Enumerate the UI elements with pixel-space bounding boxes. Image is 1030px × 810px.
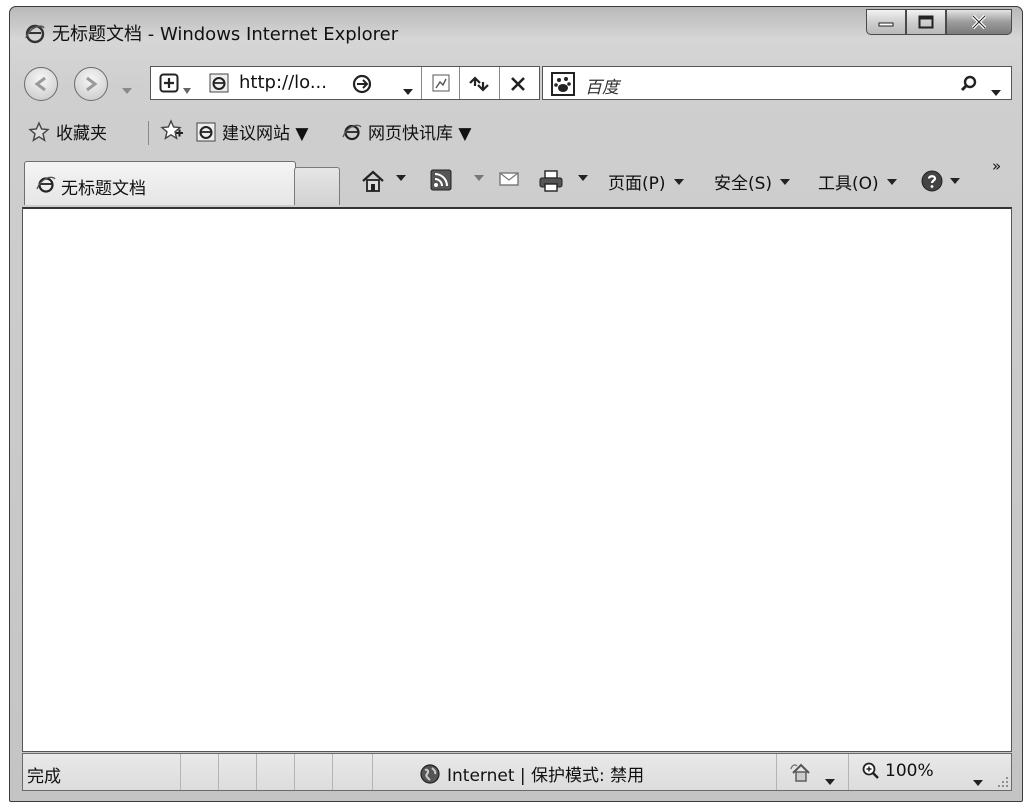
print-button[interactable] bbox=[538, 169, 564, 193]
page-content-area[interactable] bbox=[22, 207, 1012, 752]
title-bar: 无标题文档 - Windows Internet Explorer bbox=[10, 7, 1022, 55]
status-bar: 完成 Internet | 保护模式: 禁用 100% bbox=[22, 753, 1012, 791]
new-tab-button[interactable] bbox=[294, 167, 340, 205]
page-menu-label: 页面(P) bbox=[608, 174, 666, 194]
address-separator bbox=[499, 67, 500, 99]
window-title: 无标题文档 - Windows Internet Explorer bbox=[52, 24, 399, 45]
tools-menu[interactable]: 工具(O) bbox=[818, 169, 897, 194]
forward-arrow-icon bbox=[86, 76, 98, 92]
mail-icon bbox=[499, 172, 519, 186]
tab-label: 无标题文档 bbox=[61, 179, 146, 199]
caption-buttons bbox=[866, 9, 1012, 35]
tab-row: 无标题文档 页面(P) 安全(S) 工具(O) » bbox=[10, 153, 1022, 205]
status-cell bbox=[181, 754, 219, 790]
status-text: 完成 bbox=[27, 767, 61, 787]
suggested-sites-link[interactable]: 建议网站 ▼ bbox=[196, 119, 308, 144]
address-dropdown[interactable] bbox=[403, 80, 413, 99]
zoom-level-button[interactable]: 100% bbox=[861, 761, 934, 781]
home-dropdown[interactable] bbox=[396, 175, 406, 181]
favorites-button[interactable]: 收藏夹 bbox=[28, 119, 107, 144]
tools-menu-label: 工具(O) bbox=[818, 174, 879, 194]
close-icon bbox=[971, 14, 987, 30]
rss-icon bbox=[430, 169, 452, 191]
security-zone-label: Internet | 保护模式: 禁用 bbox=[447, 766, 645, 786]
status-cell-text: 完成 bbox=[23, 754, 181, 790]
change-settings-icon bbox=[790, 763, 810, 782]
page-menu[interactable]: 页面(P) bbox=[608, 169, 684, 194]
address-bar[interactable]: http://lo... bbox=[150, 66, 540, 100]
ie-window: 无标题文档 - Windows Internet Explorer http:/… bbox=[9, 6, 1023, 802]
ie-page-icon bbox=[196, 122, 216, 141]
command-overflow-button[interactable]: » bbox=[992, 157, 1001, 175]
add-to-favorites-button[interactable] bbox=[160, 119, 184, 141]
ie-page-icon bbox=[342, 124, 362, 140]
maximize-button[interactable] bbox=[906, 9, 946, 35]
status-cell-protected[interactable] bbox=[777, 754, 849, 790]
address-separator bbox=[459, 67, 460, 99]
read-mail-button[interactable] bbox=[498, 169, 520, 189]
search-options-dropdown[interactable] bbox=[991, 81, 1001, 100]
security-zone[interactable]: Internet | 保护模式: 禁用 bbox=[419, 761, 644, 786]
baidu-logo-icon bbox=[551, 72, 575, 96]
zoom-icon bbox=[862, 762, 879, 779]
address-separator bbox=[421, 67, 422, 99]
tab-untitled-document[interactable]: 无标题文档 bbox=[24, 161, 296, 205]
feeds-button[interactable] bbox=[430, 169, 452, 191]
safety-menu[interactable]: 安全(S) bbox=[714, 169, 791, 194]
minimize-icon bbox=[878, 22, 894, 27]
web-slice-gallery-link[interactable]: 网页快讯库 ▼ bbox=[342, 119, 471, 144]
printer-icon bbox=[539, 170, 563, 192]
home-icon bbox=[362, 170, 384, 192]
print-dropdown[interactable] bbox=[578, 175, 588, 181]
ie-tab-icon bbox=[36, 176, 56, 193]
go-arrow-icon[interactable] bbox=[351, 73, 373, 95]
safety-menu-label: 安全(S) bbox=[714, 174, 773, 194]
protected-dropdown[interactable] bbox=[825, 770, 835, 789]
status-cell bbox=[295, 754, 333, 790]
resize-grip-icon[interactable] bbox=[997, 776, 1009, 788]
close-button[interactable] bbox=[946, 9, 1012, 35]
feeds-dropdown[interactable] bbox=[474, 175, 484, 181]
zoom-level-label: 100% bbox=[885, 761, 934, 781]
web-slice-gallery-label: 网页快讯库 ▼ bbox=[368, 124, 472, 144]
forward-button[interactable] bbox=[74, 67, 108, 101]
search-input[interactable]: 百度 bbox=[585, 73, 619, 98]
zoom-dropdown[interactable] bbox=[973, 771, 983, 790]
maximize-icon bbox=[918, 15, 934, 29]
status-cell bbox=[257, 754, 295, 790]
globe-icon bbox=[420, 763, 440, 784]
star-icon bbox=[28, 120, 50, 142]
navigation-bar: http://lo... 百度 bbox=[10, 57, 1022, 107]
refresh-icon[interactable] bbox=[467, 73, 491, 95]
minimize-button[interactable] bbox=[866, 9, 906, 35]
page-ie-icon bbox=[209, 73, 229, 93]
compatibility-icon[interactable] bbox=[159, 73, 179, 93]
favorites-separator bbox=[148, 121, 149, 145]
compat-dropdown[interactable] bbox=[183, 79, 191, 98]
add-favorite-icon bbox=[160, 119, 183, 140]
favorites-bar: 收藏夹 建议网站 ▼ 网页快讯库 ▼ bbox=[10, 111, 1022, 151]
rss-feed-icon[interactable] bbox=[431, 73, 451, 93]
search-box[interactable]: 百度 bbox=[542, 66, 1012, 100]
help-icon bbox=[921, 170, 943, 192]
status-cell bbox=[219, 754, 257, 790]
back-button[interactable] bbox=[24, 67, 58, 101]
ie-logo-icon bbox=[25, 24, 45, 44]
suggested-sites-label: 建议网站 ▼ bbox=[222, 124, 309, 144]
help-menu[interactable] bbox=[920, 169, 960, 193]
favorites-label: 收藏夹 bbox=[56, 124, 107, 144]
home-button[interactable] bbox=[360, 169, 386, 193]
magnifier-icon[interactable] bbox=[959, 74, 979, 94]
status-cell bbox=[333, 754, 373, 790]
stop-icon[interactable] bbox=[509, 75, 527, 93]
back-arrow-icon bbox=[34, 76, 46, 92]
address-url: http://lo... bbox=[239, 72, 328, 93]
recent-pages-dropdown[interactable] bbox=[122, 79, 132, 98]
